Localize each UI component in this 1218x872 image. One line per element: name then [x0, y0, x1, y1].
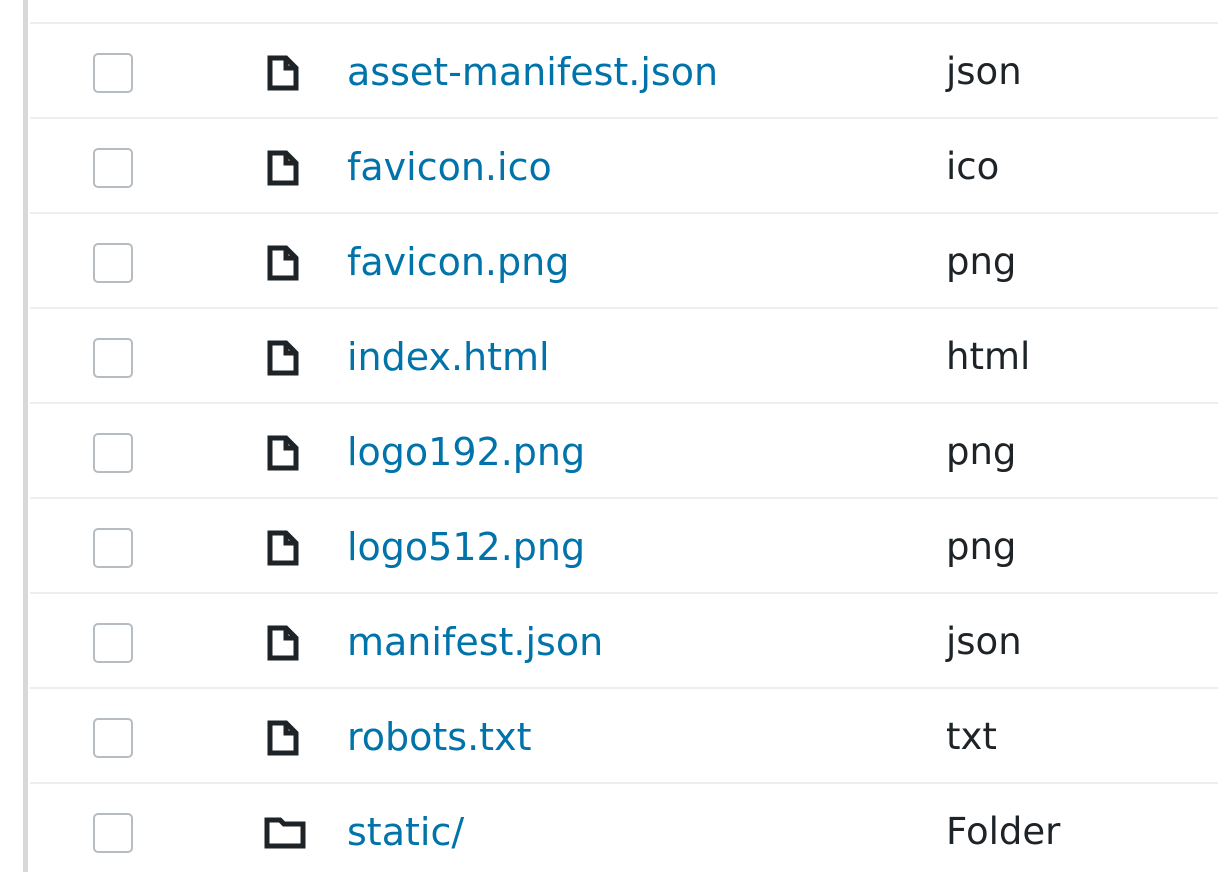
file-list-page: asset-manifest.json json favicon.ico ico… — [0, 0, 1218, 872]
table-row: index.html html — [30, 309, 1218, 404]
table-row: logo192.png png — [30, 404, 1218, 499]
file-icon — [267, 245, 299, 281]
table-row: logo512.png png — [30, 499, 1218, 594]
table-row: manifest.json json — [30, 594, 1218, 689]
folder-icon — [264, 817, 306, 849]
file-type: json — [946, 620, 1022, 663]
file-name-link[interactable]: asset-manifest.json — [347, 48, 718, 96]
table-row: asset-manifest.json json — [30, 24, 1218, 119]
table-row: static/ Folder — [30, 784, 1218, 872]
table-row: favicon.ico ico — [30, 119, 1218, 214]
file-type: json — [946, 50, 1022, 93]
file-table: asset-manifest.json json favicon.ico ico… — [30, 0, 1218, 872]
file-icon — [267, 435, 299, 471]
file-icon — [267, 150, 299, 186]
table-row: robots.txt txt — [30, 689, 1218, 784]
row-select-checkbox[interactable] — [93, 813, 133, 853]
row-select-checkbox[interactable] — [93, 338, 133, 378]
file-name-link[interactable]: index.html — [347, 333, 550, 381]
file-name-link[interactable]: logo192.png — [347, 428, 585, 476]
file-name-link[interactable]: manifest.json — [347, 618, 603, 666]
file-type: png — [946, 525, 1017, 568]
row-select-checkbox[interactable] — [93, 623, 133, 663]
file-icon — [267, 720, 299, 756]
row-select-checkbox[interactable] — [93, 718, 133, 758]
row-select-checkbox[interactable] — [93, 433, 133, 473]
row-select-checkbox[interactable] — [93, 243, 133, 283]
file-type: Folder — [946, 810, 1061, 853]
file-name-link[interactable]: favicon.ico — [347, 143, 552, 191]
file-icon — [267, 530, 299, 566]
folder-name-link[interactable]: static/ — [347, 808, 464, 856]
file-type: txt — [946, 715, 997, 758]
row-select-checkbox[interactable] — [93, 528, 133, 568]
file-name-link[interactable]: favicon.png — [347, 238, 569, 286]
file-type: png — [946, 430, 1017, 473]
table-top-divider — [30, 0, 1218, 24]
file-type: png — [946, 240, 1017, 283]
file-name-link[interactable]: logo512.png — [347, 523, 585, 571]
row-select-checkbox[interactable] — [93, 148, 133, 188]
file-icon — [267, 55, 299, 91]
row-select-checkbox[interactable] — [93, 53, 133, 93]
file-name-link[interactable]: robots.txt — [347, 713, 531, 761]
left-border — [23, 0, 28, 872]
file-type: html — [946, 335, 1031, 378]
file-icon — [267, 625, 299, 661]
table-row: favicon.png png — [30, 214, 1218, 309]
file-icon — [267, 340, 299, 376]
file-type: ico — [946, 145, 1000, 188]
